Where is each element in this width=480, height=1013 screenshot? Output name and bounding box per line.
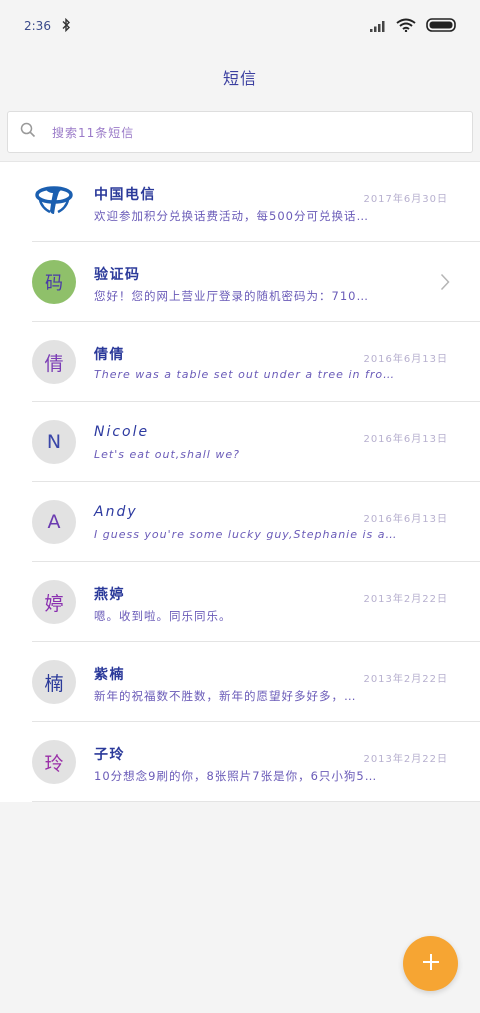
message-date: 2013年2月22日 <box>363 754 448 765</box>
status-right <box>370 17 458 36</box>
conversation-item[interactable]: N Nicole 2016年6月13日 Let's eat out,shall … <box>0 402 480 482</box>
new-message-button[interactable] <box>403 936 458 991</box>
app-header: 短信 <box>0 52 480 102</box>
signal-icon <box>370 17 386 36</box>
conversation-item[interactable]: A Andy 2016年6月13日 I guess you're some lu… <box>0 482 480 562</box>
message-date: 2016年6月13日 <box>363 434 448 445</box>
status-left: 2:36 <box>24 17 71 35</box>
status-bar: 2:36 <box>0 0 480 52</box>
avatar: 倩 <box>32 340 76 384</box>
search-icon <box>20 122 36 142</box>
contact-name: 燕婷 <box>94 587 125 603</box>
conversation-list: 中国电信 2017年6月30日 欢迎参加积分兑换话费活动，每500分可兑换话… … <box>0 161 480 802</box>
contact-name: Nicole <box>94 424 150 440</box>
message-preview: 10分想念9刷的你，8张照片7张是你，6只小狗5… <box>94 769 378 783</box>
avatar: 楠 <box>32 660 76 704</box>
china-telecom-logo-icon <box>32 180 76 224</box>
status-time: 2:36 <box>24 19 51 33</box>
avatar: N <box>32 420 76 464</box>
message-date: 2017年6月30日 <box>363 194 448 205</box>
search-placeholder: 搜索11条短信 <box>52 125 135 140</box>
conversation-item[interactable]: 玲 子玲 2013年2月22日 10分想念9刷的你，8张照片7张是你，6只小狗5… <box>0 722 480 802</box>
wifi-icon <box>396 17 416 36</box>
message-date: 2013年2月22日 <box>363 594 448 605</box>
message-date: 2016年6月13日 <box>363 354 448 365</box>
battery-icon <box>426 17 458 36</box>
conversation-item[interactable]: 楠 紫楠 2013年2月22日 新年的祝福数不胜数，新年的愿望好多好多，… <box>0 642 480 722</box>
contact-name: 子玲 <box>94 747 125 763</box>
message-date: 2016年6月13日 <box>363 514 448 525</box>
bluetooth-icon <box>61 17 71 35</box>
contact-name: Andy <box>94 504 138 520</box>
message-date: 2013年2月22日 <box>363 674 448 685</box>
message-preview: 新年的祝福数不胜数，新年的愿望好多好多，… <box>94 689 357 703</box>
search-input[interactable]: 搜索11条短信 <box>7 111 473 153</box>
contact-name: 验证码 <box>94 267 141 283</box>
conversation-item[interactable]: 倩 倩倩 2016年6月13日 There was a table set ou… <box>0 322 480 402</box>
message-preview: 嗯。收到啦。同乐同乐。 <box>94 609 232 623</box>
avatar: 婷 <box>32 580 76 624</box>
page-title: 短信 <box>222 69 257 88</box>
conversation-item[interactable]: 码 验证码 您好！您的网上营业厅登录的随机密码为：710… <box>0 242 480 322</box>
contact-name: 倩倩 <box>94 347 125 363</box>
contact-name: 紫楠 <box>94 667 125 683</box>
message-preview: I guess you're some lucky guy,Stephanie … <box>94 528 400 541</box>
plus-icon <box>422 953 440 975</box>
conversation-item[interactable]: 婷 燕婷 2013年2月22日 嗯。收到啦。同乐同乐。 <box>0 562 480 642</box>
message-preview: 您好！您的网上营业厅登录的随机密码为：710… <box>94 289 369 303</box>
message-preview: Let's eat out,shall we? <box>94 448 240 461</box>
message-preview: 欢迎参加积分兑换话费活动，每500分可兑换话… <box>94 209 369 223</box>
avatar: 码 <box>32 260 76 304</box>
conversation-item[interactable]: 中国电信 2017年6月30日 欢迎参加积分兑换话费活动，每500分可兑换话… <box>0 162 480 242</box>
contact-name: 中国电信 <box>94 187 156 203</box>
chevron-right-icon[interactable] <box>440 273 450 295</box>
avatar <box>32 180 76 224</box>
avatar: A <box>32 500 76 544</box>
avatar: 玲 <box>32 740 76 784</box>
message-preview: There was a table set out under a tree i… <box>94 368 400 381</box>
